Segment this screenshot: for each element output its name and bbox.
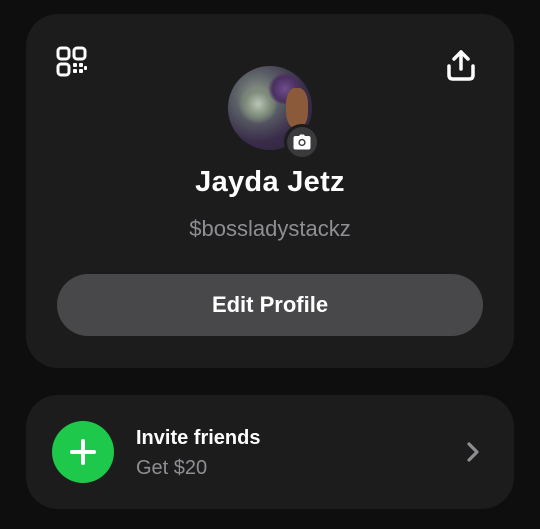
change-photo-button[interactable] [284, 124, 320, 160]
invite-title: Invite friends [136, 427, 261, 449]
qr-code-icon [56, 46, 87, 77]
profile-card: Jayda Jetz $bossladystackz Edit Profile [26, 14, 514, 368]
invite-subtitle: Get $20 [136, 457, 208, 479]
plus-icon [70, 439, 96, 465]
qr-code-button[interactable] [56, 46, 88, 78]
profile-name: Jayda Jetz [195, 166, 345, 198]
invite-plus-button[interactable] [52, 421, 114, 483]
invite-friends-row[interactable]: Invite friends Get $20 [26, 395, 514, 509]
share-button[interactable] [444, 48, 478, 82]
edit-profile-label: Edit Profile [211, 292, 329, 317]
camera-icon [293, 134, 311, 150]
avatar-container[interactable] [228, 66, 320, 160]
profile-cashtag: $bossladystackz [189, 216, 351, 241]
chevron-right-icon [466, 441, 480, 463]
share-icon [447, 50, 475, 81]
edit-profile-button[interactable]: Edit Profile [57, 274, 483, 336]
